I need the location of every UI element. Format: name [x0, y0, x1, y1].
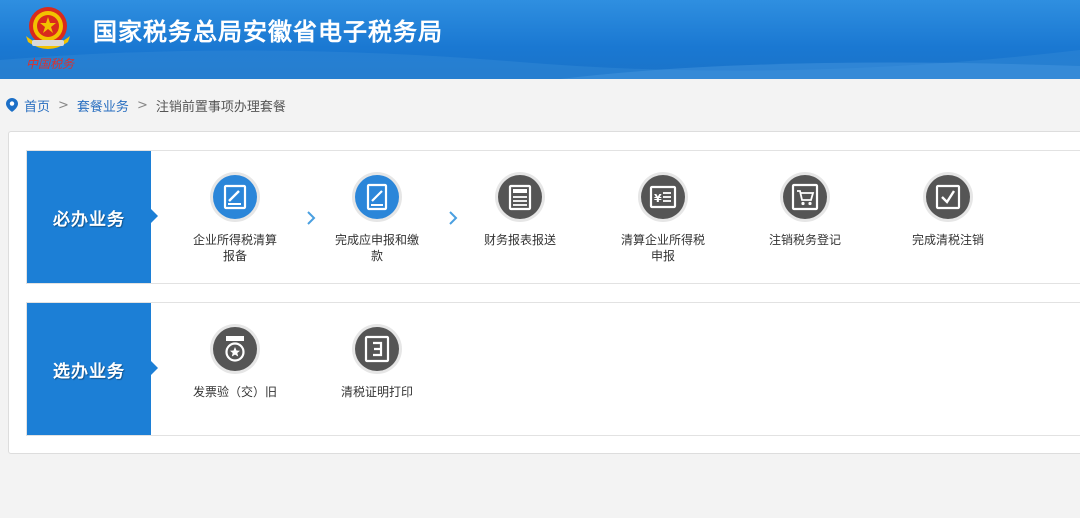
step-complete-tax-clearance[interactable]: 完成清税注销 [893, 171, 1003, 248]
site-header: 中国税务 国家税务总局安徽省电子税务局 [0, 0, 1080, 79]
breadcrumb-separator: > [58, 97, 69, 113]
svg-text:¥: ¥ [654, 192, 662, 205]
step-label: 注销税务登记 [768, 233, 841, 247]
required-business-label: 必办业务 [27, 151, 158, 283]
step-financial-statements[interactable]: 财务报表报送 [465, 171, 575, 248]
yuan-list-icon: ¥ [638, 172, 688, 222]
breadcrumb-package-link[interactable]: 套餐业务 [77, 96, 129, 115]
edit-icon [210, 172, 260, 222]
required-business-section: 必办业务 企业所得税清算报备 完成应申报和缴款 财务报表报送 ¥ 清算企业所得税… [26, 150, 1080, 284]
step-label: 企业所得税清算报备 [192, 233, 277, 263]
cart-icon [780, 172, 830, 222]
slogan-logo: 中国税务 [26, 57, 75, 71]
report-icon [352, 172, 402, 222]
package-panel: 必办业务 企业所得税清算报备 完成应申报和缴款 财务报表报送 ¥ 清算企业所得税… [8, 131, 1080, 454]
step-tax-deregistration[interactable]: 注销税务登记 [750, 171, 860, 248]
step-label: 财务报表报送 [483, 233, 556, 247]
national-emblem-logo [26, 7, 70, 49]
medal-icon [210, 324, 260, 374]
step-label: 完成清税注销 [911, 233, 984, 247]
step-label: 清税证明打印 [340, 385, 413, 399]
check-icon [923, 172, 973, 222]
step-invoice-check[interactable]: 发票验（交）旧 [180, 323, 290, 400]
svg-text:中国税务: 中国税务 [26, 57, 75, 71]
step-label: 发票验（交）旧 [192, 385, 277, 399]
step-declaration-payment[interactable]: 完成应申报和缴款 [322, 171, 432, 264]
breadcrumb-separator: > [136, 97, 148, 113]
step-corporate-tax-filing[interactable]: 企业所得税清算报备 [180, 171, 290, 264]
step-label: 完成应申报和缴款 [334, 233, 419, 263]
breadcrumb-home-link[interactable]: 首页 [24, 96, 50, 115]
book-icon [495, 172, 545, 222]
location-pin-icon [6, 98, 18, 112]
step-label: 清算企业所得税申报 [620, 233, 705, 263]
breadcrumb: 首页 > 套餐业务 > 注销前置事项办理套餐 [6, 95, 286, 115]
document-icon [352, 324, 402, 374]
chevron-right-icon [307, 211, 316, 225]
optional-business-label: 选办业务 [27, 303, 158, 435]
chevron-right-icon [449, 211, 458, 225]
site-title: 国家税务总局安徽省电子税务局 [93, 18, 443, 46]
step-liquidation-tax-filing[interactable]: ¥ 清算企业所得税申报 [608, 171, 718, 264]
step-clearance-certificate-print[interactable]: 清税证明打印 [322, 323, 432, 400]
breadcrumb-current: 注销前置事项办理套餐 [155, 99, 286, 115]
optional-business-section: 选办业务 发票验（交）旧 清税证明打印 [26, 302, 1080, 436]
